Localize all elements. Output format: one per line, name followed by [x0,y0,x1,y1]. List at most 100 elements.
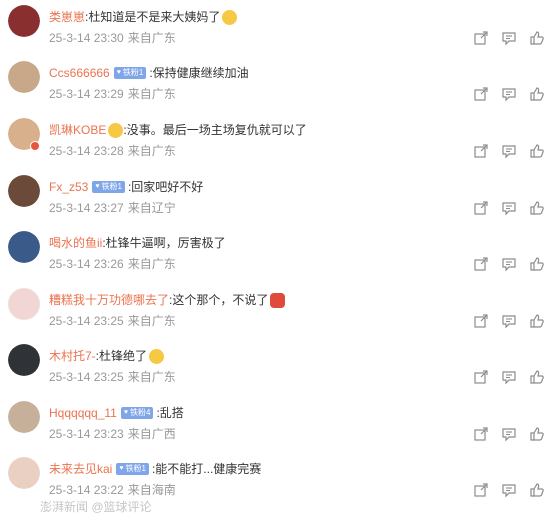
avatar[interactable] [8,231,40,263]
like-icon[interactable] [529,30,545,46]
reply-icon[interactable] [501,143,517,159]
share-icon[interactable] [473,426,489,442]
comment-item: 凯琳KOBE:没事。最后一场主场复仇就可以了 25-3-14 23:28 来自广东 [0,113,555,169]
share-icon[interactable] [473,200,489,216]
share-icon[interactable] [473,30,489,46]
comment-location: 来自广东 [127,257,176,271]
like-icon[interactable] [529,200,545,216]
comment-text: :能不能打...健康完赛 [151,462,262,476]
username-link[interactable]: Hqqqqqq_11 [49,404,117,422]
comment-line: Hqqqqqq_11 ♥ 铁粉4:乱搭 [49,404,184,422]
comment-item: Fx_z53 ♥ 铁粉1:回家吧好不好 25-3-14 23:27 来自辽宁 [0,170,555,226]
comment-actions [473,143,545,159]
share-icon[interactable] [473,482,489,498]
reply-icon[interactable] [501,426,517,442]
avatar[interactable] [8,401,40,433]
comment-item: 喝水的鱼ii:杜锋牛逼啊，厉害极了 25-3-14 23:26 来自广东 [0,226,555,282]
reply-icon[interactable] [501,482,517,498]
comment-actions [473,369,545,385]
comment-meta: 25-3-14 23:26 来自广东 [49,256,180,272]
verified-badge-icon [30,141,40,151]
comment-location: 来自广东 [127,31,176,45]
reply-icon[interactable] [501,200,517,216]
avatar[interactable] [8,344,40,376]
comment-text: :这个那个，不说了 [169,293,269,307]
avatar[interactable] [8,288,40,320]
comment-actions [473,482,545,498]
heart-icon: ♥ [123,409,128,416]
username-link[interactable]: 类崽崽 [49,8,85,26]
comment-location: 来自广东 [127,87,176,101]
like-icon[interactable] [529,143,545,159]
reply-icon[interactable] [501,313,517,329]
username-link[interactable]: Ccs666666 [49,64,110,82]
share-icon[interactable] [473,256,489,272]
heart-icon: ♥ [116,69,121,76]
comment-actions [473,30,545,46]
avatar[interactable] [8,175,40,207]
comment-item: Ccs666666 ♥ 铁粉1:保持健康继续加油 25-3-14 23:29 来自广东 [0,56,555,112]
username-link[interactable]: 喝水的鱼ii [49,234,102,252]
thumbs-up-emoji-icon [149,348,165,364]
reply-icon[interactable] [501,86,517,102]
smile-emoji-icon [108,122,124,138]
like-icon[interactable] [529,482,545,498]
like-icon[interactable] [529,256,545,272]
comment-location: 来自广东 [127,370,176,384]
fan-badge: ♥ 铁粉1 [116,463,149,475]
comment-meta: 25-3-14 23:30 来自广东 [49,30,180,46]
comment-time: 25-3-14 23:27 [49,201,124,215]
heart-icon: ♥ [95,183,100,190]
comment-meta: 25-3-14 23:25 来自广东 [49,313,180,329]
like-icon[interactable] [529,369,545,385]
username-link[interactable]: 糟糕我十万功德哪去了 [49,291,169,309]
comment-text: :杜锋绝了 [95,349,148,363]
share-icon[interactable] [473,369,489,385]
comment-actions [473,313,545,329]
comment-line: 喝水的鱼ii:杜锋牛逼啊，厉害极了 [49,234,226,252]
like-icon[interactable] [529,426,545,442]
avatar[interactable] [8,61,40,93]
comment-time: 25-3-14 23:29 [49,87,124,101]
comment-item: 类崽崽:杜知道是不是来大姨妈了 25-3-14 23:30 来自广东 [0,0,555,56]
fan-badge-label: 铁粉4 [130,408,151,417]
username-link[interactable]: 未来去见kai [49,460,112,478]
fan-badge: ♥ 铁粉1 [113,67,147,79]
avatar[interactable] [8,5,40,37]
username-link[interactable]: 凯琳KOBE [49,121,106,139]
comment-time: 25-3-14 23:22 [49,483,124,497]
comment-time: 25-3-14 23:25 [49,314,124,328]
comment-actions [473,200,545,216]
fan-badge-label: 铁粉1 [125,464,146,473]
comment-time: 25-3-14 23:30 [49,31,124,45]
comment-actions [473,256,545,272]
comment-actions [473,86,545,102]
comment-line: Fx_z53 ♥ 铁粉1:回家吧好不好 [49,178,203,196]
comment-text: :乱搭 [156,406,184,420]
reply-icon[interactable] [501,256,517,272]
like-icon[interactable] [529,313,545,329]
share-icon[interactable] [473,313,489,329]
comment-location: 来自广西 [127,427,176,441]
comment-meta: 25-3-14 23:27 来自辽宁 [49,200,180,216]
share-icon[interactable] [473,86,489,102]
smile-emoji-icon [222,9,238,25]
comment-time: 25-3-14 23:23 [49,427,124,441]
comment-meta: 25-3-14 23:25 来自广东 [49,369,180,385]
crab-emoji-icon [270,292,286,308]
avatar[interactable] [8,457,40,489]
comment-meta: 25-3-14 23:28 来自广东 [49,143,180,159]
fan-badge: ♥ 铁粉4 [120,407,154,419]
reply-icon[interactable] [501,30,517,46]
username-link[interactable]: 木村托7- [49,347,96,365]
comment-text: :回家吧好不好 [127,180,204,194]
share-icon[interactable] [473,143,489,159]
comment-location: 来自广东 [127,314,176,328]
reply-icon[interactable] [501,369,517,385]
comment-line: 木村托7-:杜锋绝了 [49,347,165,365]
username-link[interactable]: Fx_z53 [49,178,88,196]
comment-location: 来自广东 [127,144,176,158]
like-icon[interactable] [529,86,545,102]
comment-item: 糟糕我十万功德哪去了:这个那个，不说了 25-3-14 23:25 来自广东 [0,283,555,339]
comment-line: 类崽崽:杜知道是不是来大姨妈了 [49,8,238,26]
